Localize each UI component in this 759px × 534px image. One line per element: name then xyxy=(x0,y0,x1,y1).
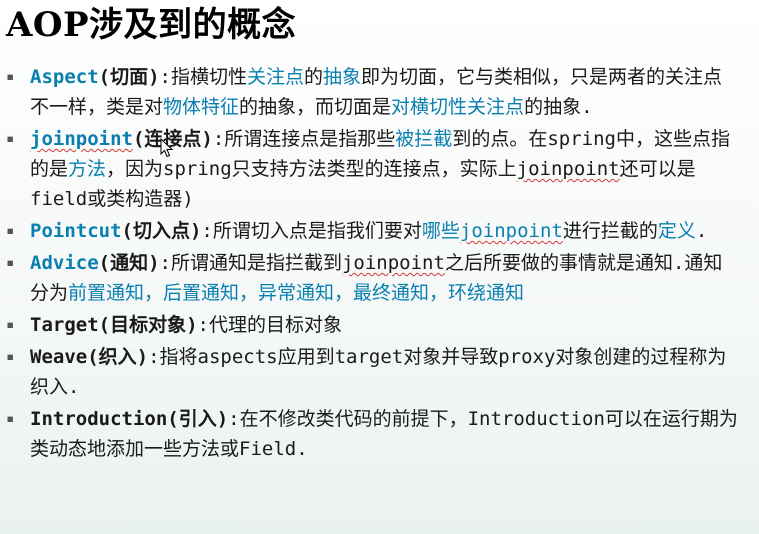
bullet-icon: ▪ xyxy=(6,131,15,147)
description-text: :所谓连接点是指那些 xyxy=(212,128,396,150)
description-text: :代理的目标对象 xyxy=(197,314,342,336)
highlighted-text: 物体特征 xyxy=(163,96,240,118)
concept-item: ▪ Target(目标对象):代理的目标对象 xyxy=(0,310,759,340)
description-text: 的抽象，而切面是 xyxy=(239,96,392,118)
mouse-cursor-icon xyxy=(160,138,174,158)
highlighted-text: 抽象 xyxy=(323,66,362,88)
concept-term: Introduction xyxy=(30,408,168,430)
description-text: ，因为spring只支持方法类型的连接点，实际上 xyxy=(106,158,517,180)
bullet-icon: ▪ xyxy=(6,255,15,271)
highlighted-text: 对横切性关注点 xyxy=(391,96,525,118)
description-text: joinpoint xyxy=(516,158,620,180)
page-title: AOP涉及到的概念 xyxy=(6,5,297,45)
concept-item: ▪ Pointcut(切入点):所谓切入点是指我们要对哪些joinpoint进行拦… xyxy=(0,216,759,246)
description-text: :所谓通知是指拦截到 xyxy=(159,252,342,274)
concept-term-chinese: (目标对象) xyxy=(98,314,198,336)
concept-term-chinese: (引入) xyxy=(167,408,229,430)
concept-item: ▪ Weave(织入):指将aspects应用到target对象并导致proxy对… xyxy=(0,342,759,402)
highlighted-text: 方法 xyxy=(68,158,107,180)
highlighted-text: 被拦截 xyxy=(395,128,453,150)
concept-item: ▪ joinpoint(连接点):所谓连接点是指那些被拦截到的点。在spring中… xyxy=(0,124,759,214)
description-text: :指横切性 xyxy=(159,66,247,88)
concept-item: ▪ Aspect(切面):指横切性关注点的抽象即为切面，它与类相似，只是两者的关注… xyxy=(0,62,759,122)
description-text: joinpoint xyxy=(341,252,445,274)
highlighted-text: joinpoint xyxy=(459,220,563,242)
bullet-icon: ▪ xyxy=(6,223,15,239)
concept-list: ▪ Aspect(切面):指横切性关注点的抽象即为切面，它与类相似，只是两者的关注… xyxy=(0,62,759,466)
description-text: :所谓切入点是指我们要对 xyxy=(201,220,422,242)
highlighted-text: 定义 xyxy=(657,220,696,242)
highlighted-text: 关注点 xyxy=(246,66,304,88)
highlighted-text: 哪些 xyxy=(421,220,460,242)
bullet-icon: ▪ xyxy=(6,411,15,427)
concept-term-chinese: (切面) xyxy=(98,66,160,88)
concept-term: Aspect xyxy=(30,66,99,88)
concept-item: ▪ Introduction(引入):在不修改类代码的前提下，Introducti… xyxy=(0,404,759,464)
bullet-icon: ▪ xyxy=(6,349,15,365)
concept-term: Pointcut xyxy=(30,220,122,242)
concept-term: joinpoint xyxy=(30,128,133,150)
concept-term-chinese: (织入) xyxy=(87,346,149,368)
description-text: 的 xyxy=(304,66,324,88)
concept-item: ▪ Advice(通知):所谓通知是指拦截到joinpoint之后所要做的事情就是… xyxy=(0,248,759,308)
description-text: 进行拦截的 xyxy=(562,220,658,242)
bullet-icon: ▪ xyxy=(6,69,15,85)
bullet-icon: ▪ xyxy=(6,317,15,333)
highlighted-text: 前置通知，后置通知，异常通知，最终通知，环绕通知 xyxy=(68,282,525,304)
concept-term: Advice xyxy=(30,252,99,274)
description-text: . xyxy=(695,220,708,242)
concept-term: Target xyxy=(30,314,99,336)
description-text: 的抽象. xyxy=(524,96,593,118)
concept-term-chinese: (切入点) xyxy=(121,220,202,242)
concept-term: Weave xyxy=(30,346,88,368)
concept-term-chinese: (通知) xyxy=(98,252,160,274)
